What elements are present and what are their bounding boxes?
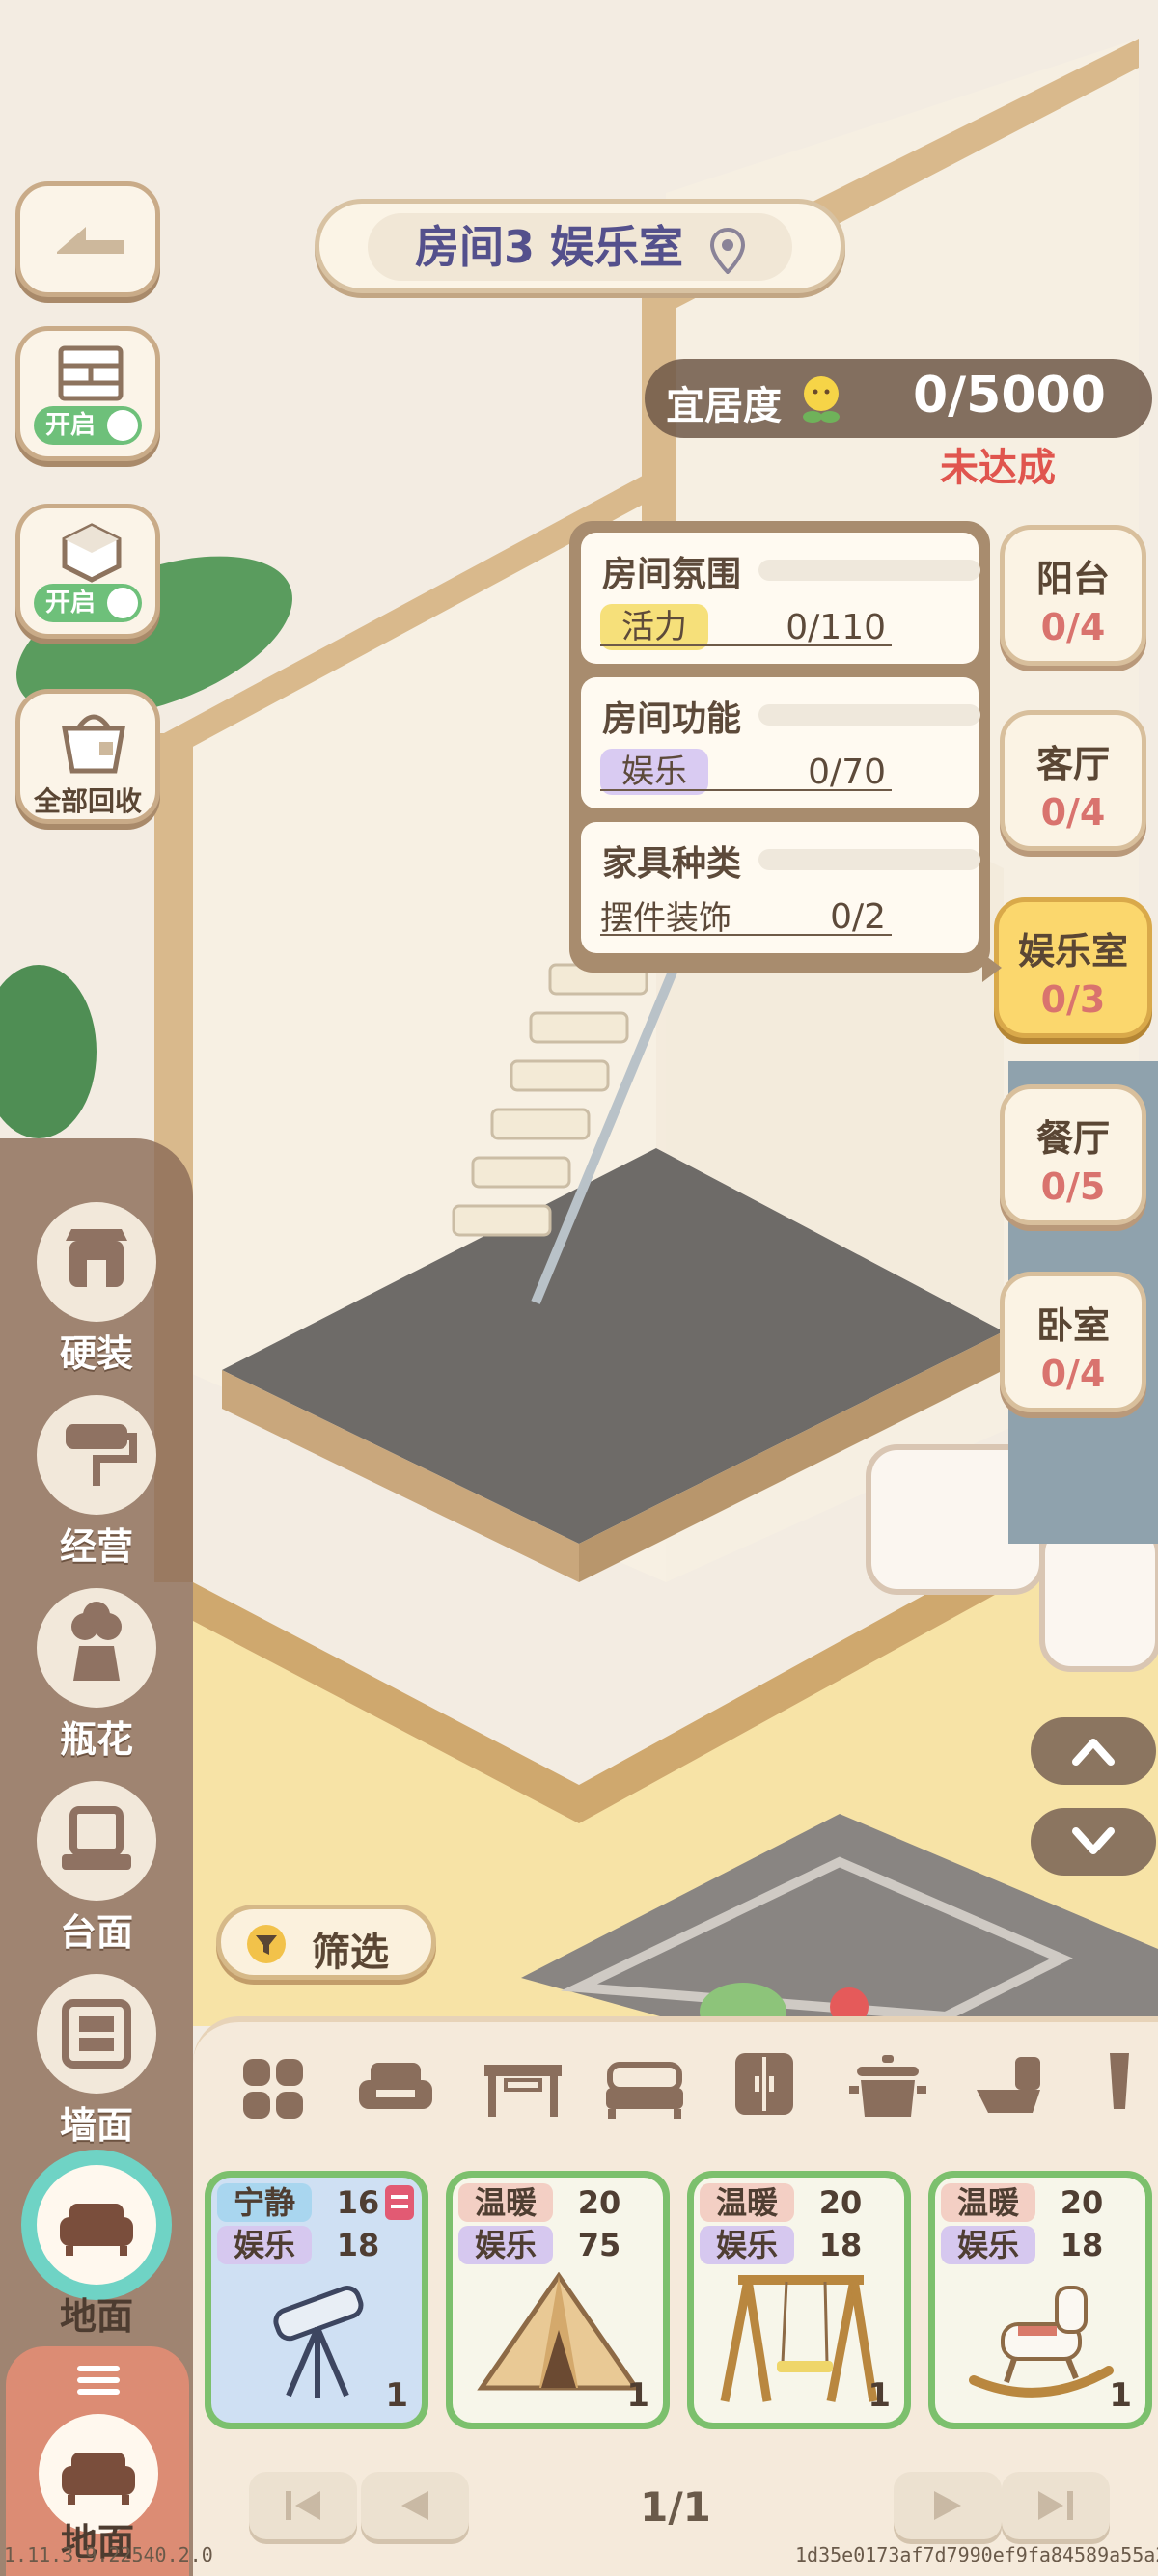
recycle-all-label: 全部回收 xyxy=(33,785,142,817)
room-tab-dining-room[interactable]: 餐厅 0/5 xyxy=(1000,1084,1146,1225)
selected-pointer-icon xyxy=(982,953,1002,982)
skip-last-icon xyxy=(1038,2491,1073,2520)
chevron-up-icon xyxy=(1072,1739,1115,1766)
room-tab-entertainment[interactable]: 娱乐室 0/3 xyxy=(994,897,1152,1038)
atmosphere-tag: 活力 xyxy=(600,604,708,650)
atmosphere-title: 房间氛围 xyxy=(602,555,742,594)
comfort-value: 0/5000 xyxy=(913,367,1106,425)
funnel-icon xyxy=(247,1925,286,1963)
atmosphere-value: 0/110 xyxy=(786,608,886,647)
wall-toggle-button[interactable]: 开启 xyxy=(15,326,160,461)
list-icon xyxy=(77,2366,120,2395)
furniture-card-swing[interactable]: 温暖 20 娱乐 18 1 xyxy=(687,2171,911,2429)
furniture-count: 1 xyxy=(1109,2376,1132,2415)
atmosphere-progress xyxy=(758,560,980,581)
atmosphere-card: 房间氛围 活力 0/110 xyxy=(581,533,980,664)
function-card: 房间功能 娱乐 0/70 xyxy=(581,677,980,808)
category-wall[interactable]: 墙面 xyxy=(25,1974,168,2149)
cube-icon xyxy=(62,523,122,583)
category-tabletop[interactable]: 台面 xyxy=(25,1781,168,1956)
category-vase[interactable]: 瓶花 xyxy=(25,1588,168,1763)
furniture-type-value: 0/2 xyxy=(830,897,886,937)
comfort-label: 宜居度 xyxy=(666,384,782,428)
filter-label: 筛选 xyxy=(312,1931,389,1975)
pot-filter-icon[interactable] xyxy=(849,2053,926,2121)
furniture-count: 1 xyxy=(868,2376,891,2415)
paint-roller-icon xyxy=(66,1424,137,1486)
back-arrow-icon xyxy=(57,227,124,254)
swing-icon xyxy=(720,2275,878,2402)
sofa-filter-icon[interactable] xyxy=(357,2057,434,2121)
toilet-filter-icon[interactable] xyxy=(975,2055,1044,2119)
prev-page-button[interactable] xyxy=(361,2472,469,2539)
prev-icon xyxy=(401,2491,428,2520)
table-filter-icon[interactable] xyxy=(482,2061,564,2119)
telescope-icon xyxy=(273,2286,364,2398)
furniture-count: 1 xyxy=(385,2376,408,2415)
basket-icon xyxy=(62,714,125,774)
next-page-button[interactable] xyxy=(894,2472,1002,2539)
wall-toggle[interactable]: 开启 xyxy=(34,406,142,445)
tabletop-icon xyxy=(62,1806,131,1870)
room-tab-living-room[interactable]: 客厅 0/4 xyxy=(1000,710,1146,851)
next-icon xyxy=(934,2491,961,2520)
version-text: 1.11.3.9.22540.2.0 xyxy=(4,2543,213,2566)
skip-first-icon xyxy=(286,2491,320,2520)
room-title-pill[interactable]: 房间3 娱乐室 xyxy=(315,199,845,293)
location-pin-icon xyxy=(710,227,746,275)
furniture-type-title: 家具种类 xyxy=(602,844,742,884)
grid-all-icon[interactable] xyxy=(241,2057,305,2121)
sofa-icon xyxy=(60,2204,133,2256)
lamp-filter-icon[interactable] xyxy=(1100,2051,1139,2128)
function-title: 房间功能 xyxy=(602,699,742,739)
comfort-bar: 宜居度 0/5000 xyxy=(645,359,1152,438)
vase-icon xyxy=(71,1602,122,1681)
wardrobe-filter-icon[interactable] xyxy=(733,2051,795,2121)
back-button[interactable] xyxy=(15,181,160,297)
filter-button[interactable]: 筛选 xyxy=(216,1905,436,1980)
function-value: 0/70 xyxy=(808,753,886,792)
comfort-status: 未达成 xyxy=(940,446,1056,490)
wall-panel-icon xyxy=(62,1999,131,2069)
sunflower-icon xyxy=(803,376,840,423)
furniture-card-telescope[interactable]: 宁静 16 娱乐 18 1 xyxy=(205,2171,428,2429)
room-requirements-panel: 房间氛围 活力 0/110 房间功能 娱乐 0/70 家具种类 摆件装饰 0/2 xyxy=(569,521,990,973)
rocking-horse-icon xyxy=(969,2286,1114,2398)
cube-toggle-button[interactable]: 开启 xyxy=(15,504,160,639)
furniture-type-progress xyxy=(758,849,980,870)
first-page-button[interactable] xyxy=(249,2472,357,2539)
placed-list-tab[interactable]: 地面 xyxy=(6,2346,189,2576)
shop-icon xyxy=(66,1229,127,1287)
page-indicator: 1/1 xyxy=(640,2483,711,2531)
new-badge-icon xyxy=(385,2185,414,2220)
furniture-type-card: 家具种类 摆件装饰 0/2 xyxy=(581,822,980,953)
room-tab-bedroom[interactable]: 卧室 0/4 xyxy=(1000,1272,1146,1412)
cube-toggle[interactable]: 开启 xyxy=(34,584,142,622)
furniture-card-rocking-horse[interactable]: 温暖 20 娱乐 18 1 xyxy=(928,2171,1152,2429)
function-progress xyxy=(758,704,980,726)
room-tab-balcony[interactable]: 阳台 0/4 xyxy=(1000,525,1146,666)
category-hardware[interactable]: 硬装 xyxy=(25,1202,168,1377)
build-id-text: 1d35e0173af7d7990ef9fa84589a55a2 xyxy=(795,2543,1158,2566)
bed-filter-icon[interactable] xyxy=(604,2059,685,2119)
function-tag: 娱乐 xyxy=(600,749,708,795)
category-business[interactable]: 经营 xyxy=(25,1395,168,1570)
recycle-all-button[interactable]: 全部回收 xyxy=(15,689,160,824)
wall-block-icon xyxy=(58,345,124,401)
room-title: 房间3 娱乐室 xyxy=(414,221,683,273)
scroll-down-button[interactable] xyxy=(1031,1808,1156,1876)
furniture-count: 1 xyxy=(626,2376,649,2415)
tent-icon xyxy=(477,2272,641,2391)
category-floor[interactable]: 地面 xyxy=(25,2165,168,2340)
furniture-card-tent[interactable]: 温暖 20 娱乐 75 1 xyxy=(446,2171,670,2429)
chevron-down-icon xyxy=(1072,1827,1115,1854)
last-page-button[interactable] xyxy=(1002,2472,1110,2539)
scroll-up-button[interactable] xyxy=(1031,1717,1156,1785)
